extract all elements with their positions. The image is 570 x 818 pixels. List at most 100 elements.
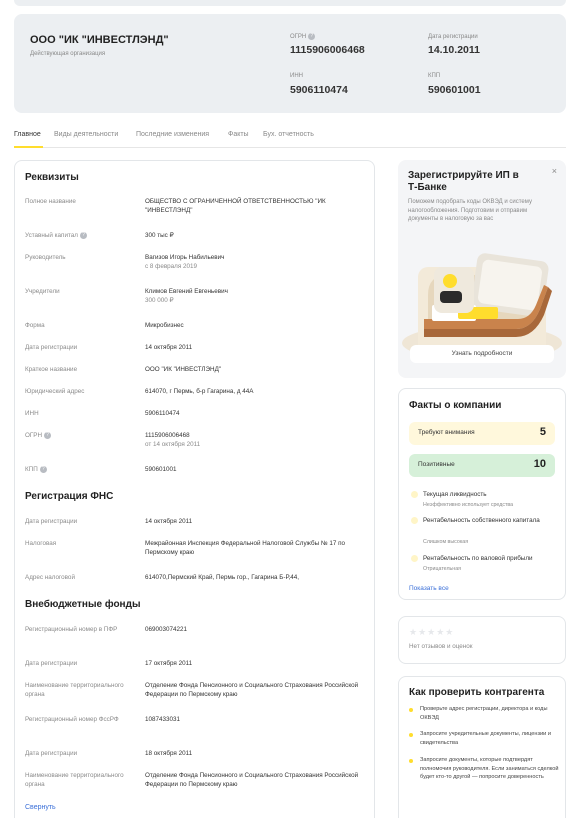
fact-title: Текущая ликвидность [423,491,487,498]
reviews-card: ★★★★★ Нет отзывов и оценок [398,616,566,664]
address-value: 614070, г Пермь, б-р Гагарина, д 44А [145,388,254,395]
head-value: Вагизов Игорь Набильевич с 8 февраля 201… [145,253,360,271]
ogrn-date: от 14 октября 2011 [145,441,201,448]
bullet-icon [409,733,413,737]
full-name-label: Полное название [25,198,76,205]
fact-title: Рентабельность собственного капитала [423,517,540,524]
pfr-org-value: Отделение Фонда Пенсионного и Социальног… [145,682,359,698]
ogrn-label: ОГРН? [290,33,316,40]
fss-date-label: Дата регистрации [25,750,78,757]
founders-value: Климов Евгений Евгеньевич 300 000 ₽ [145,287,360,305]
info-icon[interactable]: ? [79,231,87,239]
head-name[interactable]: Вагизов Игорь Набильевич [145,253,360,262]
founder-name[interactable]: Климов Евгений Евгеньевич [145,287,360,296]
fact-item[interactable]: Текущая ликвидность Неэффективно использ… [409,490,559,510]
tax-address-value: 614070,Пермский Край, Пермь гор., Гагари… [145,574,300,581]
facts-card: Факты о компании Требуют внимания 5 Пози… [398,388,566,600]
kpp-label: КПП? [25,465,137,474]
pfr-number-value: 069003074221 [145,626,188,633]
fact-title: Рентабельность по валовой прибыли [423,555,533,562]
bullet-icon [409,708,413,712]
top-strip [14,0,566,6]
info-icon[interactable]: ? [308,33,316,40]
tab-activities[interactable]: Виды деятельности [54,131,118,138]
positive-label: Позитивные [418,461,455,468]
funds-title: Внебюджетные фонды [25,599,141,610]
check-item-text: Проверьте адрес регистрации, директора и… [420,706,548,721]
inn-label: ИНН [25,410,39,417]
promo-text: Поможем подобрать коды ОКВЭД и систему н… [408,199,532,222]
fact-subtitle: Неэффективно использует средства [423,502,514,508]
promo-illustration [402,253,562,355]
full-name-value: ОБЩЕСТВО С ОГРАНИЧЕННОЙ ОТВЕТСТВЕННОСТЬЮ… [145,198,326,214]
collapse-link[interactable]: Свернуть [25,804,56,811]
check-contractor-card: Как проверить контрагента Проверьте адре… [398,676,566,818]
reg-date-value: 14 октября 2011 [145,344,193,351]
reviews-text: Нет отзывов и оценок [409,643,473,650]
pfr-number-label: Регистрационный номер в ПФР [25,626,118,633]
info-icon[interactable]: ? [39,465,47,473]
inn-value: 5906110474 [145,410,180,417]
attention-pill[interactable]: Требуют внимания 5 [409,422,555,445]
rating-stars-icon[interactable]: ★★★★★ [409,627,454,638]
pfr-date-value: 17 октября 2011 [145,660,193,667]
founders-label: Учредители [25,288,60,295]
reg-date-value: 14.10.2011 [428,44,480,56]
promo-card[interactable]: × Зарегистрируйте ИП в Т-Банке Поможем п… [398,160,566,378]
fss-date-value: 18 октября 2011 [145,750,193,757]
tax-office-value: Межрайонная Инспекция Федеральной Налого… [145,540,346,556]
company-status: Действующая организация [30,51,106,57]
pfr-org-label: Наименование территориального органа [25,682,124,698]
head-label: Руководитель [25,254,66,261]
warning-dot-icon [411,491,418,498]
tab-facts[interactable]: Факты [228,131,249,138]
check-item-text: Запросите учредительные документы, лицен… [420,731,551,746]
positive-pill[interactable]: Позитивные 10 [409,454,555,477]
tax-address-label: Адрес налоговой [25,574,75,581]
short-name-value: ООО "ИК "ИНВЕСТЛЭНД" [145,366,222,373]
kpp-value: 590601001 [428,84,481,96]
warning-dot-icon [411,517,418,524]
positive-count: 10 [533,458,546,470]
info-icon[interactable]: ? [44,431,52,439]
ogrn-value: 1115906006468 [290,44,365,56]
attention-count: 5 [539,426,546,438]
promo-title: Зарегистрируйте ИП в Т-Банке [408,170,519,193]
tax-office-label: Налоговая [25,540,57,547]
fss-org-value: Отделение Фонда Пенсионного и Социальног… [145,772,359,788]
requisites-card: Реквизиты Полное название ОБЩЕСТВО С ОГР… [14,160,375,818]
kpp-label: КПП [428,73,441,79]
short-name-label: Краткое название [25,366,78,373]
check-item-text: Запросите документы, которые подтвердят … [420,757,559,780]
tab-main[interactable]: Главное [14,131,41,138]
inn-value: 5906110474 [290,84,348,96]
tab-changes[interactable]: Последние изменения [136,131,209,138]
ogrn-number: 1115906006468 [145,432,190,439]
requisites-title: Реквизиты [25,172,79,183]
fact-item[interactable]: Рентабельность по валовой прибыли Отрица… [409,554,559,574]
fss-number-value: 1087433031 [145,716,181,723]
fns-reg-date-value: 14 октября 2011 [145,518,193,525]
company-name: ООО "ИК "ИНВЕСТЛЭНД" [30,34,169,46]
active-tab-indicator [14,146,43,148]
capital-label: Уставный капитал? [25,231,137,240]
close-icon[interactable]: × [552,166,557,176]
learn-more-button[interactable]: Узнать подробности [410,345,554,363]
ogrn-label: ОГРН? [25,431,137,440]
company-header: ООО "ИК "ИНВЕСТЛЭНД" Действующая организ… [14,14,566,113]
kpp-value: 590601001 [145,466,177,473]
show-all-link[interactable]: Показать все [409,585,449,592]
fact-item[interactable]: Рентабельность собственного капитала Сли… [409,516,559,548]
founder-share: 300 000 ₽ [145,297,174,304]
check-title: Как проверить контрагента [409,687,545,698]
tab-reports[interactable]: Бух. отчетность [263,131,314,138]
inn-label: ИНН [290,73,303,79]
fact-subtitle: Отрицательная [423,566,462,572]
reg-date-label: Дата регистрации [25,344,78,351]
fss-number-label: Регистрационный номер ФссРФ [25,716,119,723]
fns-reg-date-label: Дата регистрации [25,518,78,525]
head-since: с 8 февраля 2019 [145,263,198,270]
reg-date-label: Дата регистрации [428,34,478,40]
pfr-date-label: Дата регистрации [25,660,78,667]
form-value: Микробизнес [145,322,184,329]
